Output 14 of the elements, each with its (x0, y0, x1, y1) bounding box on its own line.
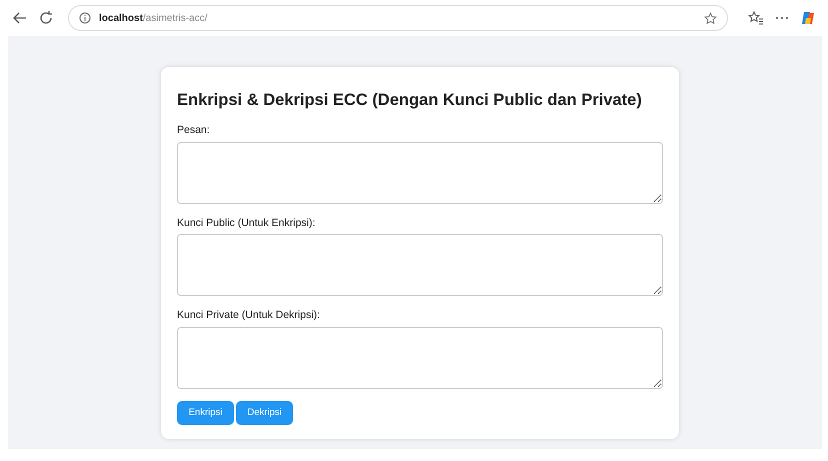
field-label: Kunci Public (Untuk Enkripsi): (177, 216, 316, 231)
favorites-icon[interactable] (748, 10, 764, 26)
address-bar[interactable]: localhost/asimetris-acc/ (68, 5, 728, 31)
field-label: Kunci Private (Untuk Dekripsi): (177, 308, 321, 324)
action-button[interactable]: Dekripsi (236, 401, 293, 426)
action-button[interactable]: Enkripsi (177, 401, 234, 426)
form-title: Enkripsi & Dekripsi ECC (Dengan Kunci Public dan Private) (177, 91, 643, 111)
back-icon[interactable] (12, 10, 28, 26)
copilot-icon[interactable] (800, 10, 816, 26)
reload-icon[interactable] (38, 10, 54, 26)
field-label: Pesan: (177, 122, 211, 138)
url-text: localhost/asimetris-acc/ (99, 12, 208, 26)
star-icon[interactable] (704, 12, 717, 24)
info-icon[interactable] (79, 12, 91, 24)
